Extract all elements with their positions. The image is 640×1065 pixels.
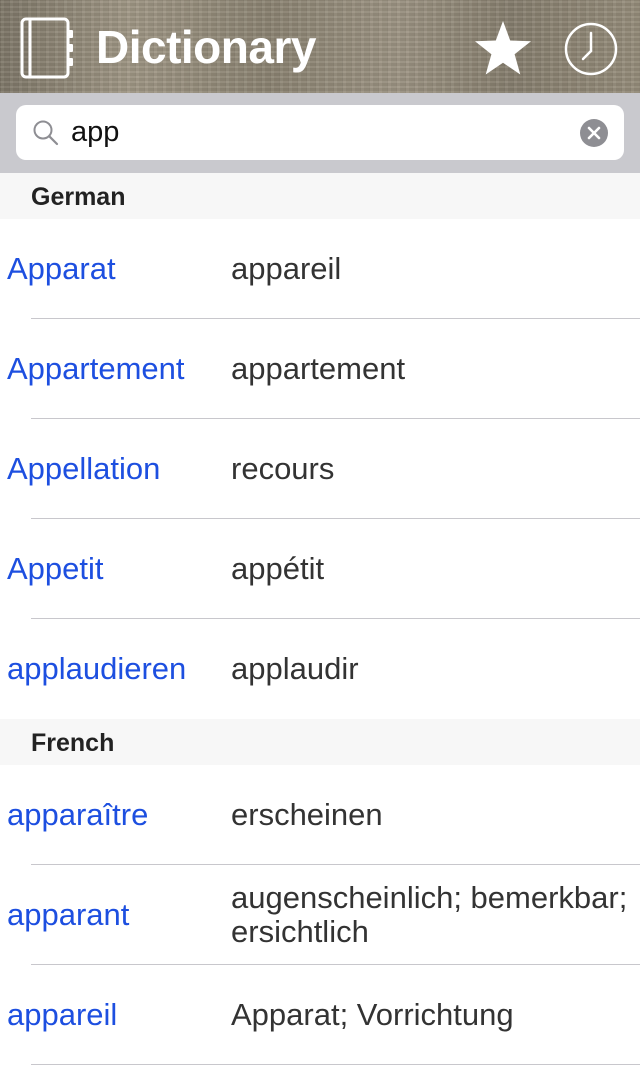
list-item[interactable]: Appellation recours [0,419,640,519]
list-item[interactable]: apparaître erscheinen [0,765,640,865]
entry-word: apparaître [7,796,149,832]
entry-word: Appellation [7,450,161,486]
entry-translation: erscheinen [231,796,383,832]
entry-word: appareil [7,996,118,1032]
entry-word: Appetit [7,550,104,586]
book-icon [20,17,73,79]
search-field[interactable] [16,105,624,160]
entry-word: Appartement [7,350,185,386]
entry-translation: augenscheinlich; bemerkbar; ersichtlich [231,879,628,949]
entry-translation: appétit [231,550,325,586]
star-icon[interactable] [473,19,533,77]
list-item[interactable]: appareil Apparat; Vorrichtung [0,965,640,1065]
search-input[interactable] [71,111,571,153]
nav-bar: Dictionary [0,0,640,93]
page-title: Dictionary [96,21,316,73]
list-item[interactable]: apparant augenscheinlich; bemerkbar; ers… [0,865,640,965]
entry-translation: applaudir [231,650,359,686]
entry-translation: appartement [231,350,406,386]
app-screen: Dictionary German Apparat [0,0,640,1065]
list-item[interactable]: Appartement appartement [0,319,640,419]
entry-word: Apparat [7,250,116,286]
section-header-french: French [0,719,640,765]
clock-icon[interactable] [563,21,619,77]
section-title: French [31,729,115,757]
entry-translation: recours [231,450,335,486]
list-item[interactable]: Appetit appétit [0,519,640,619]
entry-word: apparant [7,896,130,932]
list-item[interactable]: Apparat appareil [0,219,640,319]
clear-search-icon[interactable] [580,119,608,147]
section-header-german: German [0,173,640,219]
entry-word: applaudieren [7,650,187,686]
section-title: German [31,183,126,211]
entry-translation: appareil [231,250,342,286]
list-item[interactable]: applaudieren applaudir [0,619,640,719]
search-bar [0,93,640,174]
entry-translation: Apparat; Vorrichtung [231,996,514,1032]
search-icon [33,120,59,146]
